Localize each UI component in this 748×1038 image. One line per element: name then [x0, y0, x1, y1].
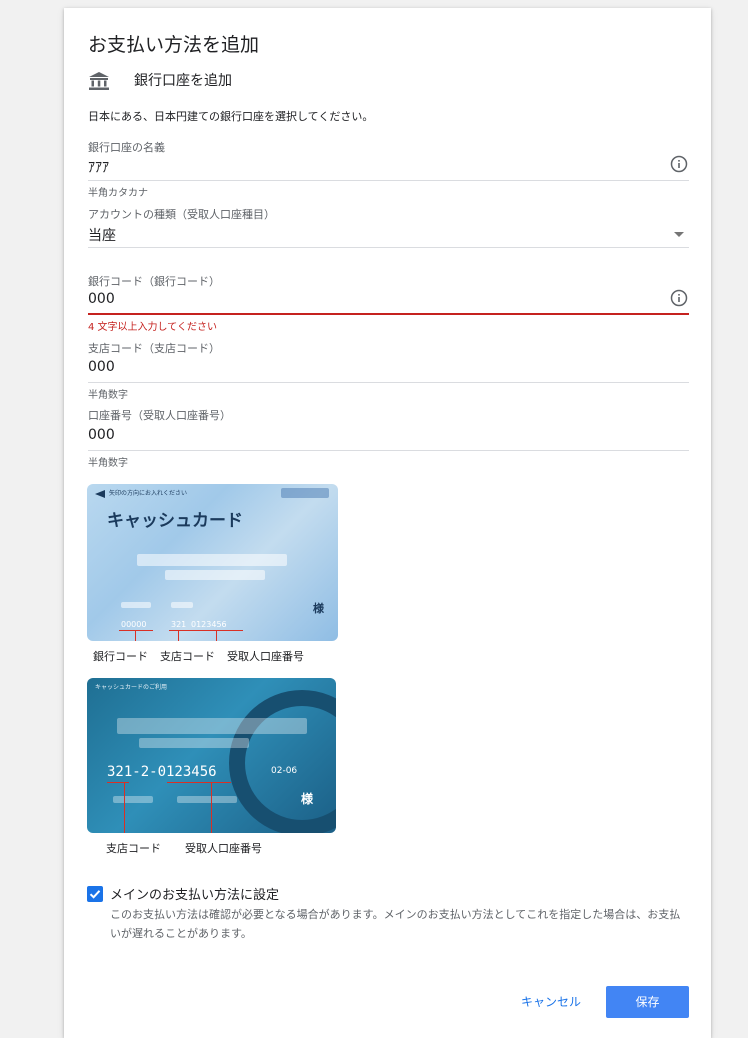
account-type-label: アカウントの種類（受取人口座種目）: [88, 208, 275, 221]
pixelated-area: [139, 738, 249, 748]
branch-code-bracket: [107, 782, 129, 783]
cancel-button[interactable]: キャンセル: [506, 986, 596, 1018]
bank-code-underline: [88, 313, 689, 315]
caption-back-account-number: 受取人口座番号: [185, 842, 262, 855]
save-button[interactable]: 保存: [606, 986, 689, 1018]
account-number-bracket: [167, 782, 231, 783]
account-number-helper: 半角数字: [88, 458, 128, 469]
account-number-pointer: [211, 782, 212, 833]
default-payment-label: メインのお支払い方法に設定: [110, 888, 280, 903]
card-back-number: 321-2-0123456: [107, 764, 217, 780]
info-icon[interactable]: [670, 155, 688, 173]
add-payment-dialog: お支払い方法を追加 銀行口座を追加 日本にある、日本円建ての銀行口座を選択してく…: [64, 8, 711, 1038]
add-bank-account-label: 銀行口座を追加: [134, 73, 232, 89]
branch-code-pointer: [124, 782, 125, 833]
pixelated-area: [165, 570, 265, 580]
branch-code-label: 支店コード（支店コード）: [88, 342, 220, 355]
branch-code-underline: [88, 382, 689, 383]
checkmark-icon: [89, 890, 101, 899]
account-name-input[interactable]: ｱｱｱ: [88, 157, 109, 177]
caption-back-branch-code: 支店コード: [106, 842, 161, 855]
account-name-underline: [88, 180, 689, 181]
caption-bank-code: 銀行コード: [93, 650, 148, 663]
card-back-expiry: 02-06: [271, 766, 298, 776]
branch-code-helper: 半角数字: [88, 390, 128, 401]
caption-branch-code: 支店コード: [160, 650, 215, 663]
card-branch-code: 321: [171, 620, 187, 629]
account-type-underline: [88, 247, 689, 248]
account-name-helper: 半角カタカナ: [88, 188, 148, 199]
pixelated-area: [177, 796, 237, 803]
bank-code-error: 4 文字以上入力してください: [88, 322, 217, 333]
cash-card-back-image: キャッシュカードのご利用 321-2-0123456 02-06 様: [87, 678, 336, 833]
info-icon[interactable]: [670, 289, 688, 307]
account-type-select[interactable]: 当座: [88, 225, 116, 245]
pixelated-area: [117, 718, 307, 734]
card-account-number: 0123456: [191, 620, 227, 629]
account-number-input[interactable]: 000: [88, 427, 115, 443]
pixelated-area: [137, 554, 287, 566]
card-back-sama: 様: [301, 792, 314, 806]
bank-code-label: 銀行コード（銀行コード）: [88, 275, 220, 288]
card-back-header: キャッシュカードのご利用: [95, 684, 168, 691]
pixelated-area: [171, 602, 193, 608]
account-number-pointer: [216, 630, 217, 641]
caption-account-number: 受取人口座番号: [227, 650, 304, 663]
bank-code-pointer: [135, 630, 136, 641]
card-title: キャッシュカード: [107, 511, 243, 531]
cash-card-front-image: 矢印の方向にお入れください キャッシュカード 様 00000 321 01234…: [87, 484, 338, 641]
bank-code-input[interactable]: 000: [88, 291, 115, 307]
default-payment-checkbox[interactable]: [87, 886, 103, 902]
account-number-underline: [88, 450, 689, 451]
arrow-left-icon: [95, 490, 105, 498]
pixelated-area: [121, 602, 151, 608]
card-sama: 様: [313, 602, 324, 615]
card-bank-code: 00000: [121, 620, 147, 629]
bank-code-bracket: [119, 630, 153, 631]
dropdown-arrow-icon[interactable]: [674, 232, 684, 237]
card-pattern: [229, 690, 336, 833]
branch-code-input[interactable]: 000: [88, 359, 115, 375]
dialog-title: お支払い方法を追加: [88, 34, 260, 56]
branch-code-bracket: [169, 630, 189, 631]
account-number-label: 口座番号（受取人口座番号）: [88, 409, 231, 422]
card-header: 矢印の方向にお入れください: [109, 490, 188, 497]
branch-code-pointer: [178, 630, 179, 641]
instruction-text: 日本にある、日本円建ての銀行口座を選択してください。: [88, 110, 374, 123]
pixelated-area: [281, 488, 329, 498]
default-payment-description: このお支払い方法は確認が必要となる場合があります。メインのお支払い方法としてこれ…: [110, 908, 681, 940]
bank-icon: [89, 72, 109, 90]
account-name-label: 銀行口座の名義: [88, 141, 165, 154]
pixelated-area: [113, 796, 153, 803]
